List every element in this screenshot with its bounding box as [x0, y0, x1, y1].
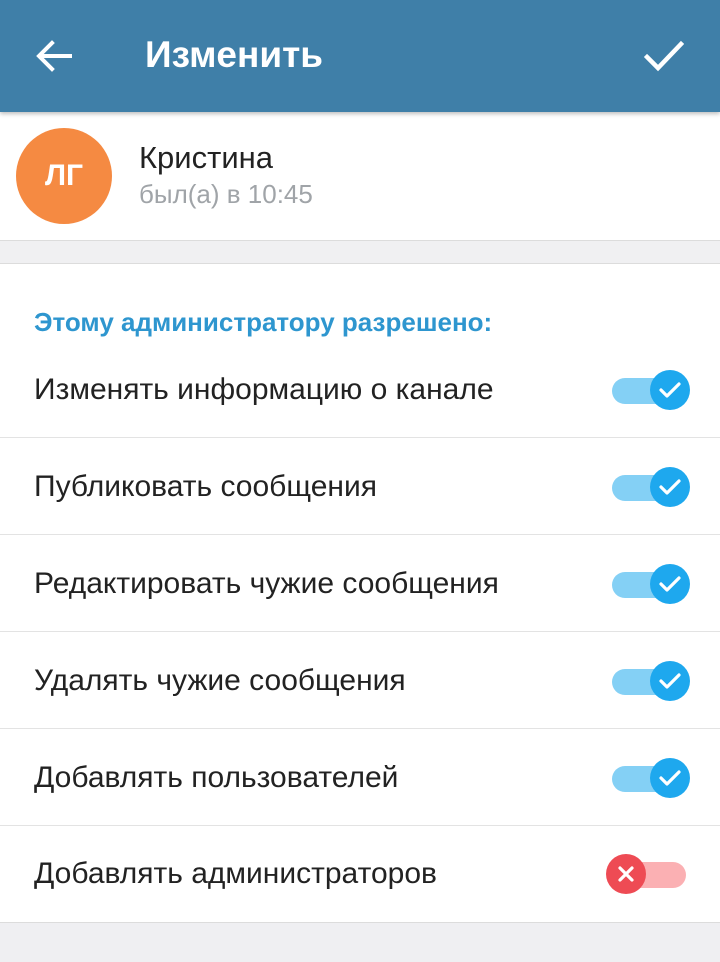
user-last-seen: был(а) в 10:45 — [139, 179, 313, 209]
permission-label: Изменять информацию о канале — [34, 372, 494, 406]
permission-row-post-messages[interactable]: Публиковать сообщения — [0, 438, 720, 535]
check-icon — [659, 672, 681, 689]
permission-label: Добавлять администраторов — [34, 857, 437, 890]
permission-row-change-info[interactable]: Изменять информацию о канале — [0, 341, 720, 438]
permission-label: Редактировать чужие сообщения — [34, 566, 499, 600]
toggle-knob — [650, 369, 690, 410]
permission-label: Удалять чужие сообщения — [34, 663, 406, 697]
app-bar: Изменить — [0, 0, 720, 112]
toggle-knob — [650, 660, 690, 701]
permission-toggle[interactable] — [610, 757, 690, 798]
permission-toggle[interactable] — [606, 854, 690, 894]
permission-label: Публиковать сообщения — [34, 469, 377, 503]
check-icon — [659, 381, 681, 398]
user-name: Кристина — [139, 140, 273, 175]
close-icon — [618, 866, 634, 882]
permission-toggle[interactable] — [610, 660, 690, 701]
permission-row-add-users[interactable]: Добавлять пользователей — [0, 729, 720, 826]
check-icon — [659, 478, 681, 495]
permission-toggle[interactable] — [610, 466, 690, 507]
page-title: Изменить — [145, 34, 323, 75]
permission-toggle[interactable] — [610, 563, 690, 604]
arrow-left-icon — [36, 40, 72, 72]
permission-row-delete-messages[interactable]: Удалять чужие сообщения — [0, 632, 720, 729]
check-icon — [659, 769, 681, 786]
permission-label: Добавлять пользователей — [34, 760, 399, 794]
toggle-knob — [650, 757, 690, 798]
permissions-section: Этому администратору разрешено: Изменять… — [0, 263, 720, 923]
permission-row-edit-messages[interactable]: Редактировать чужие сообщения — [0, 535, 720, 632]
user-profile-header: ЛГ Кристина был(а) в 10:45 — [0, 112, 720, 241]
save-button[interactable] — [632, 24, 696, 88]
check-icon — [659, 575, 681, 592]
back-button[interactable] — [22, 24, 86, 88]
permission-row-add-admins[interactable]: Добавлять администраторов — [0, 826, 720, 922]
toggle-knob — [606, 854, 646, 894]
permissions-header: Этому администратору разрешено: — [34, 307, 493, 337]
toggle-knob — [650, 466, 690, 507]
toggle-knob — [650, 563, 690, 604]
checkmark-icon — [644, 40, 684, 72]
permission-toggle[interactable] — [610, 369, 690, 410]
avatar: ЛГ — [16, 128, 112, 224]
section-gap — [0, 241, 720, 263]
